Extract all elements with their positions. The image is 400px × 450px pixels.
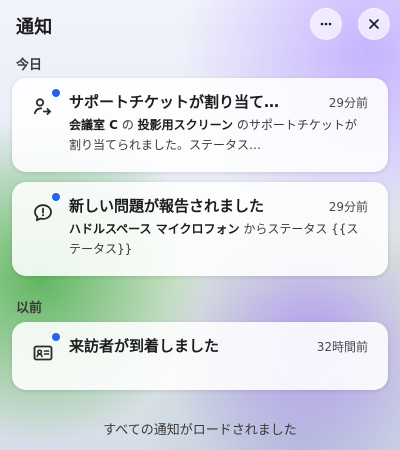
all-loaded-status: すべての通知がロードされました <box>103 423 297 438</box>
notification-time: 29分前 <box>328 96 368 110</box>
notification-title: 来訪者が到着しました <box>69 337 220 355</box>
section-today: 今日 <box>16 58 43 73</box>
notification-title: サポートチケットが割り当て… <box>69 93 280 111</box>
close-icon <box>369 19 379 29</box>
panel-header: 通知 <box>0 0 400 50</box>
unread-indicator <box>52 89 60 97</box>
unread-indicator <box>52 193 60 201</box>
panel-title: 通知 <box>16 17 53 38</box>
notification-card[interactable]: 来訪者が到着しました 32時間前 <box>12 322 388 390</box>
notification-body: ハドルスペース マイクロフォン からステータス {{ステータス}} <box>69 219 359 259</box>
notification-body: 会議室 C の 投影用スクリーン のサポートチケットが割り当てられました。ステー… <box>69 115 359 155</box>
notification-card[interactable]: 新しい問題が報告されました 29分前 ハドルスペース マイクロフォン からステー… <box>12 182 388 276</box>
notification-device-name: 投影用スクリーン <box>137 118 234 132</box>
close-button[interactable] <box>358 8 390 40</box>
notification-device-name: ハドルスペース マイクロフォン <box>69 222 240 236</box>
notification-title: 新しい問題が報告されました <box>69 197 265 215</box>
notification-panel: 通知 今日 サポートチケットが割り当て… 29分前 会議室 C の 投影用スクリ… <box>0 0 400 450</box>
notification-connector: の <box>118 118 138 132</box>
section-past: 以前 <box>16 301 43 316</box>
notification-room-name: 会議室 C <box>69 118 118 132</box>
unread-indicator <box>52 333 60 341</box>
more-options-button[interactable] <box>310 8 342 40</box>
more-horizontal-icon <box>320 22 332 26</box>
notification-card[interactable]: サポートチケットが割り当て… 29分前 会議室 C の 投影用スクリーン のサポ… <box>12 78 388 172</box>
visitor-id-card-icon <box>32 342 54 364</box>
person-arrow-icon <box>32 96 54 118</box>
notification-time: 32時間前 <box>316 340 368 354</box>
chat-alert-icon <box>32 202 54 224</box>
notification-time: 29分前 <box>328 200 368 214</box>
